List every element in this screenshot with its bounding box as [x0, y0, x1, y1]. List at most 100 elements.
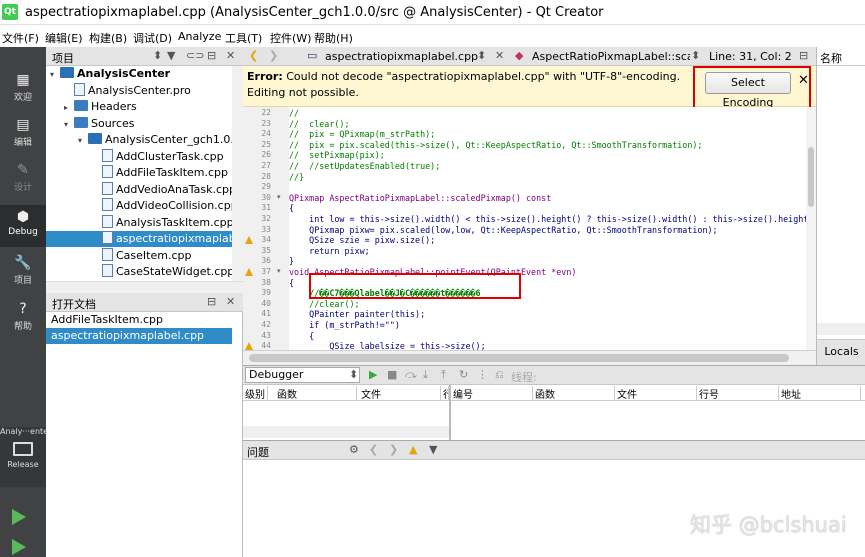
close-file-icon[interactable]: ✕	[495, 49, 504, 62]
kit-selector[interactable]: Analy···enter Release	[0, 427, 51, 487]
split-icon[interactable]: ⊟	[207, 49, 216, 62]
step-over-icon[interactable]: ⤼	[405, 368, 417, 382]
menu-help[interactable]: 帮助(H)	[314, 30, 353, 46]
tree-hscrollbar[interactable]	[46, 281, 243, 293]
tree-item[interactable]: ▸ Headers	[46, 99, 232, 115]
expand-arrow-icon[interactable]: ▾	[78, 133, 88, 148]
next-icon[interactable]: ❯	[389, 443, 398, 456]
tree-item[interactable]: ▾ AnalysisCenter_gch1.0.0/s	[46, 132, 232, 148]
debug-run-icon[interactable]	[12, 539, 26, 555]
col-address[interactable]: 地址	[779, 386, 861, 401]
open-docs-header: 打开文档 ⊟ ✕	[46, 293, 243, 312]
locals-hscrollbar[interactable]	[817, 323, 865, 335]
locals-tab[interactable]: Locals	[817, 339, 865, 365]
menu-analyze[interactable]: Analyze	[178, 30, 221, 43]
tree-item[interactable]: CaseItem.cpp	[46, 247, 232, 264]
back-icon[interactable]: ❮	[249, 49, 258, 62]
symbol-selector[interactable]: AspectRatioPixmapLabel::scal···	[532, 50, 690, 63]
mode-help[interactable]: ? 帮助	[0, 301, 46, 339]
col-function[interactable]: 函数	[275, 386, 357, 401]
tree-item[interactable]: AddClusterTask.cpp	[46, 148, 232, 165]
menu-window[interactable]: 控件(W)	[270, 30, 311, 46]
code-line: QPixmap pixw= pix.scaled(low,low, Qt::Ke…	[289, 224, 718, 235]
tree-item[interactable]: ▾ Sources	[46, 116, 232, 132]
open-doc-item[interactable]: AddFileTaskItem.cpp	[46, 312, 232, 328]
tree-item[interactable]: AddVedioAnaTask.cpp	[46, 181, 232, 198]
split-icon[interactable]: ⊟	[207, 295, 216, 308]
mode-debug[interactable]: ⬢ Debug	[0, 205, 46, 247]
tree-item[interactable]: aspectratiopixmaplabe	[46, 231, 232, 247]
tree-item[interactable]: AddFileTaskItem.cpp	[46, 165, 232, 181]
symbol-dropdown-icon[interactable]: ⬍	[691, 49, 700, 62]
col-level[interactable]: 级别	[243, 386, 268, 401]
fold-arrow-icon[interactable]: ▾	[277, 267, 281, 275]
open-doc-item-selected[interactable]: aspectratiopixmaplabel.cpp	[46, 328, 232, 344]
col-file[interactable]: 文件	[615, 386, 697, 401]
code-area[interactable]: 22 23 24 25 26 27 28 29 30 ▾ 31 32 33 34 35 36 37 ▾ 38 39 40…	[243, 107, 816, 350]
file-icon: ▭	[307, 49, 318, 62]
warning-icon[interactable]	[245, 236, 253, 245]
stack-hscrollbar[interactable]	[243, 426, 449, 438]
forward-icon[interactable]: ❯	[269, 49, 278, 62]
dropdown-icon[interactable]: ⬍	[349, 368, 358, 381]
menu-build[interactable]: 构建(B)	[89, 30, 127, 46]
continue-icon[interactable]: ▶	[369, 368, 377, 381]
mode-edit[interactable]: ▤ 编辑	[0, 117, 46, 155]
warning-icon[interactable]	[245, 268, 253, 276]
expand-arrow-icon[interactable]: ▾	[64, 117, 74, 132]
col-id[interactable]: 编号	[451, 386, 533, 401]
prev-icon[interactable]: ❮	[369, 443, 378, 456]
close-icon[interactable]: ✕	[226, 295, 235, 308]
file-dropdown-icon[interactable]: ⬍	[477, 49, 486, 62]
menu-edit[interactable]: 编辑(E)	[45, 30, 83, 46]
line-number: 22	[261, 108, 271, 117]
scroll-thumb[interactable]	[808, 147, 814, 207]
filter-icon[interactable]: ▼	[429, 443, 437, 456]
col-function[interactable]: 函数	[533, 386, 615, 401]
current-file[interactable]: aspectratiopixmaplabel.cpp	[325, 50, 478, 63]
tree-item[interactable]: ▾ AnalysisCenter	[46, 66, 232, 82]
warning-filter-icon[interactable]: ▲	[409, 443, 417, 456]
link-icon[interactable]: ⊂⊃	[186, 49, 204, 62]
instruction-icon[interactable]: ⋮	[477, 368, 488, 381]
code-vscrollbar[interactable]	[806, 107, 816, 350]
tree-scrollbar[interactable]	[232, 66, 243, 281]
expand-arrow-icon[interactable]: ▸	[64, 100, 74, 115]
col-file[interactable]: 文件	[359, 386, 441, 401]
tree-item[interactable]: AddVideoCollision.cpp	[46, 198, 232, 214]
fold-arrow-icon[interactable]: ▾	[277, 193, 281, 201]
expand-arrow-icon[interactable]: ▾	[50, 67, 60, 82]
restart-icon[interactable]: ↻	[459, 368, 468, 381]
col-line-number[interactable]: 行号	[697, 386, 779, 401]
project-icon	[88, 133, 102, 144]
filter-icon[interactable]: ▼	[167, 49, 175, 62]
folder-icon	[74, 100, 88, 111]
tree-item[interactable]: AnalysisTaskItem.cpp	[46, 214, 232, 231]
tree-item[interactable]: CaseStateWidget.cpp	[46, 264, 232, 280]
menu-file[interactable]: 文件(F)	[2, 30, 39, 46]
split-icon[interactable]: ⊟	[799, 49, 808, 62]
menu-debug[interactable]: 调试(D)	[133, 30, 172, 46]
run-icon[interactable]	[12, 509, 26, 525]
warning-icon[interactable]	[245, 342, 253, 350]
scroll-thumb[interactable]	[249, 354, 789, 362]
tree-item[interactable]: AnalysisCenter.pro	[46, 82, 232, 99]
build-settings-icon[interactable]: ⚙	[349, 443, 359, 456]
file-icon	[102, 165, 113, 178]
code-hscrollbar[interactable]	[243, 350, 816, 365]
menu-tools[interactable]: 工具(T)	[225, 30, 262, 46]
step-out-icon[interactable]: ⤒	[441, 368, 446, 382]
dropdown-icon[interactable]: ⬍	[153, 49, 162, 62]
reverse-icon[interactable]: ⎌	[495, 368, 504, 382]
mode-projects[interactable]: 🔧 项目	[0, 255, 46, 293]
stop-icon[interactable]: ■	[387, 368, 397, 381]
splitter[interactable]	[449, 385, 451, 440]
mode-welcome[interactable]: ▦ 欢迎	[0, 72, 46, 110]
cursor-position[interactable]: Line: 31, Col: 2	[709, 50, 792, 63]
col-line[interactable]: 行	[441, 386, 449, 400]
debugger-selector[interactable]: Debugger	[245, 367, 360, 383]
mode-design[interactable]: ✎ 设计	[0, 162, 46, 200]
error-prefix: Error:	[247, 70, 283, 83]
step-into-icon[interactable]: ⤓	[423, 368, 428, 382]
close-icon[interactable]: ✕	[226, 49, 235, 62]
